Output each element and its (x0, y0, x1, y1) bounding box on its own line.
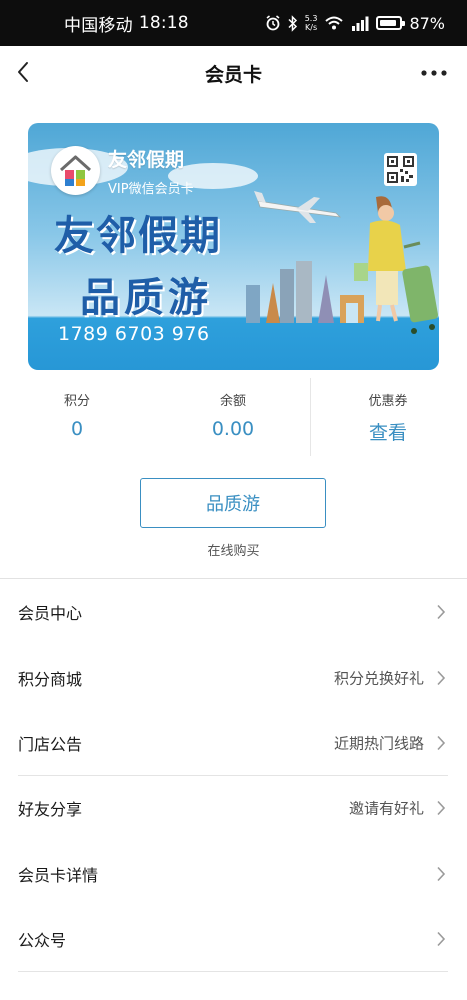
menu-item-official-account[interactable]: 公众号 (0, 907, 467, 971)
stat-balance[interactable]: 余额 0.00 (158, 378, 308, 456)
card-headline-secondary: 品质游 (80, 275, 212, 321)
chevron-right-icon (437, 670, 446, 686)
city-skyline (246, 261, 364, 323)
menu-label: 会员中心 (18, 604, 83, 623)
stat-value: 查看 (368, 422, 407, 444)
house-logo-icon (59, 155, 92, 186)
status-left: 中国移动 18:18 (64, 0, 189, 46)
battery-fill (380, 20, 397, 26)
card-headline: 友邻假期 (54, 213, 222, 259)
suitcase-icon (402, 241, 439, 334)
menu-item-points-mall[interactable]: 积分商城 积分兑换好礼 (0, 646, 467, 710)
menu-label: 公众号 (18, 931, 67, 950)
clock: 18:18 (138, 13, 189, 33)
chevron-right-icon (437, 604, 446, 620)
stat-value: 0.00 (211, 418, 255, 440)
alarm-icon (266, 15, 280, 31)
airplane-icon (254, 191, 342, 223)
menu-item-share-friends[interactable]: 好友分享 邀请有好礼 (0, 776, 467, 840)
menu-hint: 积分兑换好礼 (333, 669, 424, 688)
carrier-name: 中国移动 (64, 15, 133, 36)
signal-icon (352, 16, 369, 31)
chevron-right-icon (437, 800, 446, 816)
more-icon[interactable] (419, 63, 449, 83)
stat-coupons[interactable]: 优惠券 查看 (313, 378, 463, 456)
status-right: 5.3 K/s 87% (265, 0, 445, 46)
stat-points[interactable]: 积分 0 (2, 378, 152, 456)
qr-code-icon[interactable] (384, 153, 417, 186)
bluetooth-icon (288, 14, 297, 32)
chevron-right-icon (437, 735, 446, 751)
menu-label: 积分商城 (18, 670, 83, 689)
buy-button[interactable]: 品质游 (140, 478, 326, 528)
network-speed: 5.3 K/s (305, 14, 318, 32)
menu-item-member-center[interactable]: 会员中心 (0, 580, 467, 644)
page-title: 会员卡 (204, 64, 262, 86)
travel-illustration (246, 191, 439, 334)
speed-value: 5.3 (304, 14, 318, 23)
divider (310, 378, 311, 456)
battery-icon (376, 16, 406, 30)
nav-bar: 会员卡 (0, 46, 467, 100)
menu-item-card-details[interactable]: 会员卡详情 (0, 842, 467, 906)
stats-row: 积分 0 余额 0.00 优惠券 查看 (0, 378, 467, 456)
membership-card[interactable]: 友邻假期 VIP微信会员卡 友邻假期 品质游 1789 6703 976 (28, 123, 439, 370)
divider (0, 578, 467, 579)
menu-hint: 邀请有好礼 (348, 799, 424, 818)
stat-value: 0 (70, 418, 84, 440)
menu-hint: 近期热门线路 (333, 734, 424, 753)
menu-label: 会员卡详情 (18, 866, 99, 885)
chevron-right-icon (437, 931, 446, 947)
card-number: 1789 6703 976 (58, 323, 210, 345)
chevron-right-icon (437, 866, 446, 882)
status-bar: 中国移动 18:18 5.3 K/s 87% (0, 0, 467, 46)
stat-label: 优惠券 (368, 394, 408, 409)
wifi-icon (325, 16, 344, 30)
buy-caption: 在线购买 (207, 544, 260, 559)
divider (18, 971, 448, 972)
menu-label: 门店公告 (18, 735, 83, 754)
menu-label: 好友分享 (18, 800, 83, 819)
stat-label: 积分 (63, 394, 90, 409)
speed-unit: K/s (305, 23, 318, 32)
brand-logo (51, 146, 100, 195)
menu-item-store-notice[interactable]: 门店公告 近期热门线路 (0, 711, 467, 775)
card-subtitle: VIP微信会员卡 (108, 182, 194, 197)
card-brand-name: 友邻假期 (108, 149, 185, 171)
stat-label: 余额 (219, 394, 246, 409)
battery-percent: 87% (409, 13, 445, 33)
